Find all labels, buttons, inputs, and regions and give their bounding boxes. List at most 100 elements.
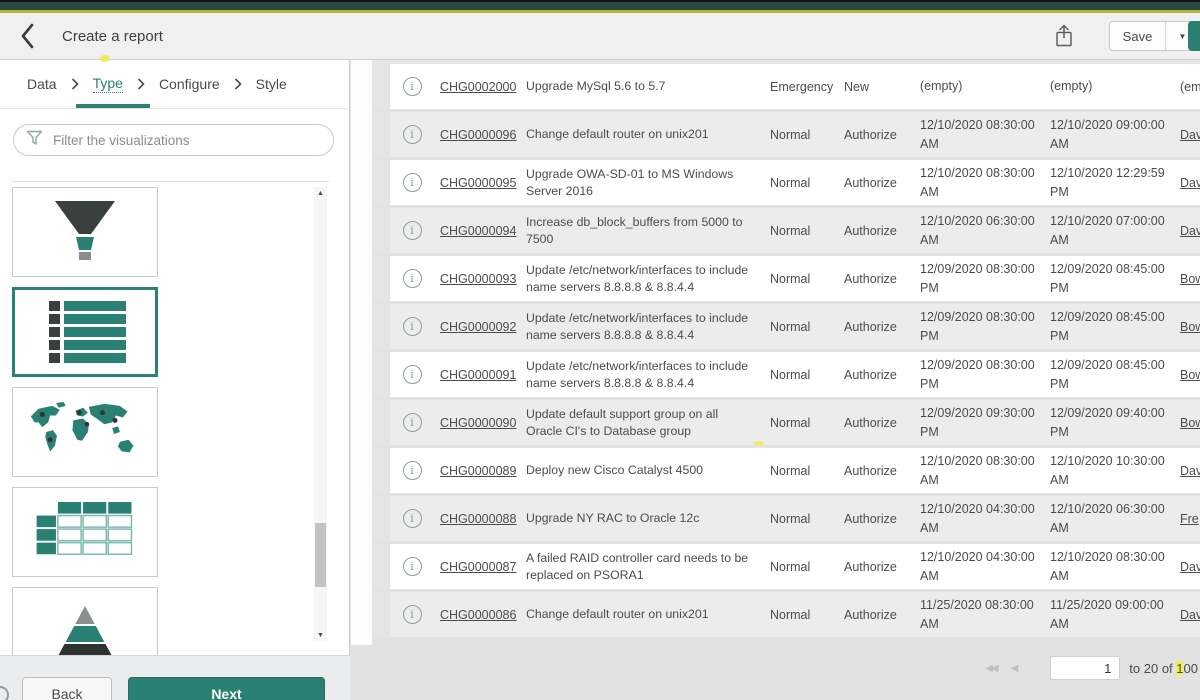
- change-number-link[interactable]: CHG0000092: [440, 320, 516, 334]
- change-number-link[interactable]: CHG0002000: [440, 80, 516, 94]
- row-gutter: [372, 544, 390, 589]
- save-button[interactable]: Save: [1110, 22, 1166, 50]
- visualization-filter[interactable]: [13, 124, 334, 156]
- change-number-link[interactable]: CHG0000093: [440, 272, 516, 286]
- planned-start-cell: (empty): [915, 64, 1045, 109]
- state-cell: Authorize: [839, 208, 915, 253]
- viz-scrollbar[interactable]: ▲ ▼: [314, 187, 327, 641]
- change-number-link[interactable]: CHG0000091: [440, 368, 516, 382]
- scroll-up-icon[interactable]: ▲: [314, 187, 327, 199]
- info-icon[interactable]: i: [403, 77, 422, 96]
- pagination: ◀◀ ◀ to 20 of 100: [985, 652, 1198, 684]
- row-info-cell: i: [390, 208, 434, 253]
- funnel-filter-icon: [26, 130, 43, 151]
- state-value: Authorize: [844, 368, 897, 382]
- info-icon[interactable]: i: [403, 269, 422, 288]
- assigned-to-link[interactable]: Bow: [1180, 368, 1200, 382]
- type-value: Normal: [770, 176, 810, 190]
- assigned-to-link[interactable]: Dav: [1180, 224, 1200, 238]
- info-icon[interactable]: i: [403, 461, 422, 480]
- planned-end-value: 12/09/2020 08:45:00PM: [1050, 356, 1165, 392]
- first-page-icon[interactable]: ◀◀: [985, 663, 996, 674]
- row-gutter: [372, 496, 390, 541]
- info-icon[interactable]: i: [403, 125, 422, 144]
- row-info-cell: i: [390, 448, 434, 493]
- state-value: Authorize: [844, 416, 897, 430]
- assigned-to-link[interactable]: Bow: [1180, 320, 1200, 334]
- assigned-to-link[interactable]: Dav: [1180, 176, 1200, 190]
- step-type[interactable]: Type: [82, 60, 134, 108]
- planned-start-value: (empty): [920, 77, 962, 95]
- short-description: Change default router on unix201: [526, 126, 709, 143]
- page-number-input[interactable]: [1050, 656, 1120, 680]
- change-number-link[interactable]: CHG0000095: [440, 176, 516, 190]
- change-number-link[interactable]: CHG0000089: [440, 464, 516, 478]
- wizard-footer: Back Next: [0, 655, 350, 700]
- viz-pyramid[interactable]: [12, 587, 158, 655]
- previous-page-icon[interactable]: ◀: [1011, 663, 1019, 674]
- assigned-to-link[interactable]: Dav: [1180, 560, 1200, 574]
- header-toolbar: Create a report Save ▼: [0, 13, 1200, 60]
- info-icon[interactable]: i: [403, 509, 422, 528]
- assigned-to-link[interactable]: Dav: [1180, 464, 1200, 478]
- next-button[interactable]: Next: [128, 677, 325, 700]
- planned-end-value: 12/09/2020 09:40:00PM: [1050, 404, 1165, 440]
- change-number-link[interactable]: CHG0000090: [440, 416, 516, 430]
- row-info-cell: i: [390, 304, 434, 349]
- step-configure[interactable]: Configure: [148, 60, 231, 108]
- viz-funnel[interactable]: [12, 187, 158, 277]
- change-number-link[interactable]: CHG0000096: [440, 128, 516, 142]
- type-cell: Emergency: [765, 64, 839, 109]
- step-style[interactable]: Style: [245, 60, 298, 108]
- info-icon[interactable]: i: [403, 605, 422, 624]
- short-description-cell: Update /etc/network/interfaces to includ…: [522, 352, 765, 397]
- filter-input[interactable]: [53, 133, 321, 148]
- info-icon[interactable]: i: [403, 173, 422, 192]
- row-gutter: [372, 112, 390, 157]
- planned-start-cell: 12/10/2020 08:30:00AM: [915, 448, 1045, 493]
- share-icon[interactable]: [1051, 21, 1077, 51]
- row-gutter: [372, 352, 390, 397]
- change-number-link[interactable]: CHG0000088: [440, 512, 516, 526]
- planned-start-cell: 12/10/2020 04:30:00AM: [915, 496, 1045, 541]
- info-icon[interactable]: i: [403, 221, 422, 240]
- back-button[interactable]: Back: [22, 677, 112, 700]
- change-number-link[interactable]: CHG0000094: [440, 224, 516, 238]
- change-number-link[interactable]: CHG0000086: [440, 608, 516, 622]
- info-icon[interactable]: i: [403, 365, 422, 384]
- planned-end-value: 12/09/2020 08:45:00PM: [1050, 260, 1165, 296]
- change-number-link[interactable]: CHG0000087: [440, 560, 516, 574]
- viz-world-map[interactable]: [12, 387, 158, 477]
- info-icon[interactable]: i: [403, 557, 422, 576]
- planned-end-cell: 12/10/2020 08:30:00AM: [1045, 544, 1173, 589]
- back-chevron-icon[interactable]: [14, 20, 40, 52]
- state-cell: Authorize: [839, 304, 915, 349]
- clipped-teal-button[interactable]: [1188, 21, 1200, 51]
- assigned-to-link[interactable]: Dav: [1180, 608, 1200, 622]
- short-description: Update /etc/network/interfaces to includ…: [526, 310, 757, 343]
- info-icon[interactable]: i: [403, 317, 422, 336]
- chevron-right-icon: [71, 60, 79, 108]
- viz-heatmap-table[interactable]: [12, 487, 158, 577]
- viz-bar-list[interactable]: [12, 287, 158, 377]
- scrollbar-thumb[interactable]: [315, 523, 326, 587]
- planned-start-value: 12/10/2020 08:30:00AM: [920, 452, 1035, 488]
- step-data[interactable]: Data: [16, 60, 68, 108]
- type-value: Emergency: [770, 80, 833, 94]
- change-number-cell: CHG0000090: [434, 400, 522, 445]
- state-cell: Authorize: [839, 352, 915, 397]
- assigned-to-cell: Dav: [1173, 544, 1200, 589]
- planned-end-cell: 12/09/2020 08:45:00PM: [1045, 256, 1173, 301]
- planned-end-value: 12/09/2020 08:45:00PM: [1050, 308, 1165, 344]
- assigned-to-link[interactable]: Fre: [1180, 512, 1199, 526]
- assigned-to-link[interactable]: Bow: [1180, 416, 1200, 430]
- help-icon[interactable]: [0, 686, 9, 700]
- scroll-down-icon[interactable]: ▼: [314, 629, 327, 641]
- assigned-to-link[interactable]: Bow: [1180, 272, 1200, 286]
- type-value: Normal: [770, 128, 810, 142]
- header-actions: Save ▼: [1051, 21, 1200, 51]
- info-icon[interactable]: i: [403, 413, 422, 432]
- change-number-cell: CHG0000089: [434, 448, 522, 493]
- assigned-to-link[interactable]: Dav: [1180, 128, 1200, 142]
- assigned-to-link: (empty): [1180, 80, 1200, 94]
